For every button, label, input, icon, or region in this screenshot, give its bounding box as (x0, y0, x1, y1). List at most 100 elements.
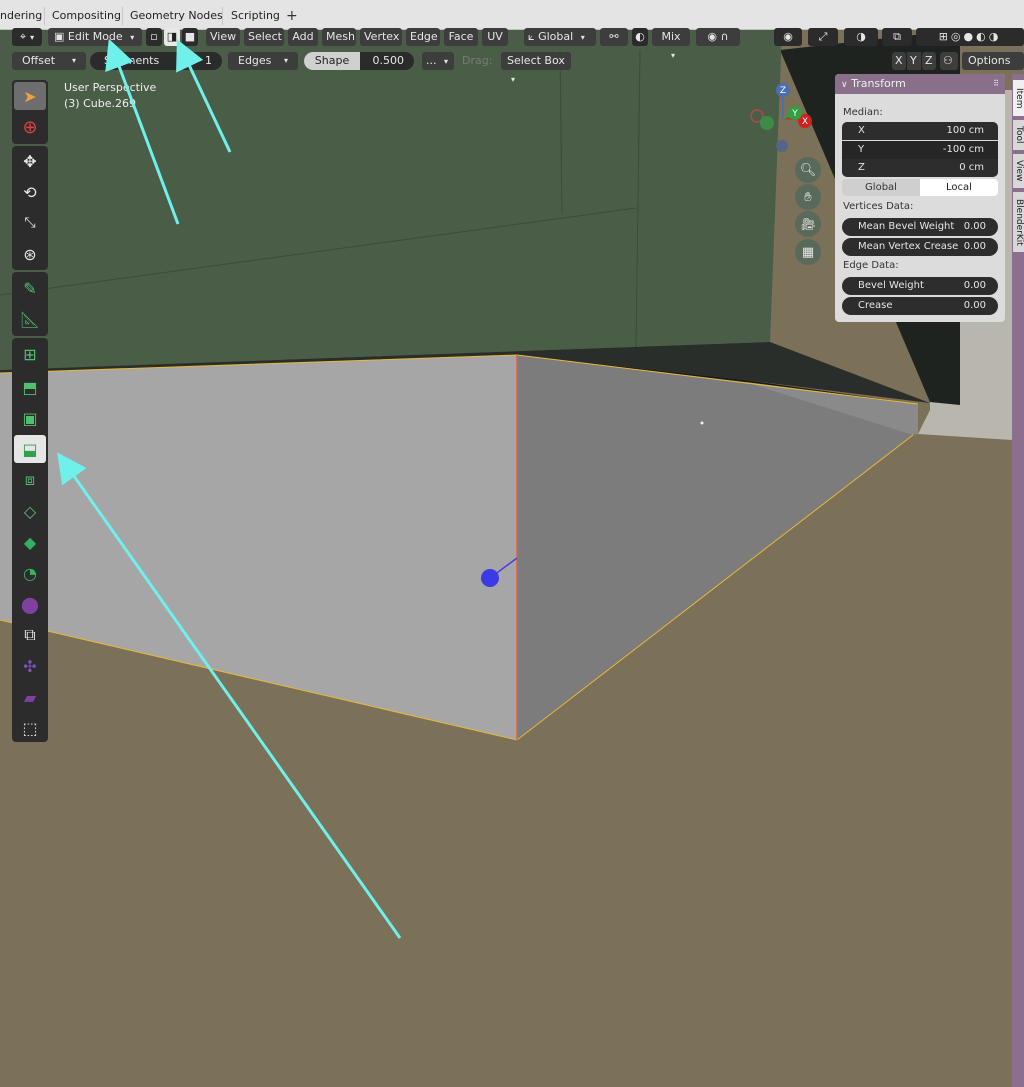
local-toggle[interactable]: Local (920, 179, 998, 196)
tab-blenderkit[interactable]: BlenderKit (1013, 192, 1024, 252)
mirror-x-button[interactable]: X (892, 52, 906, 70)
rip-tool[interactable]: ⬚ (14, 714, 46, 742)
camera-view-button[interactable]: 🎥︎ (795, 211, 821, 237)
perspective-toggle-button[interactable]: ▦ (795, 239, 821, 265)
options-dropdown[interactable]: Options ▾ (962, 52, 1024, 84)
visibility-button[interactable]: ◉ (774, 28, 802, 46)
snap-button[interactable]: ◐ (632, 28, 648, 46)
segments-field[interactable]: Segments 1 (90, 52, 222, 70)
tab-separator (222, 7, 223, 25)
more-options-button[interactable]: ... ▾ (422, 52, 454, 70)
pan-button[interactable]: ✋︎ (795, 184, 821, 210)
transform-panel: ∨ Transform ⠿ Median: X 100 cm Y -100 cm… (835, 74, 1005, 322)
loop-cut-icon: ⧈ (24, 470, 36, 489)
shrink-fatten-tool[interactable]: ✣ (14, 652, 46, 680)
menu-mesh[interactable]: Mesh (322, 28, 356, 46)
median-y-field[interactable]: Y -100 cm (842, 141, 998, 159)
median-label: Median: (843, 107, 883, 118)
rotate-tool[interactable]: ⟲ (14, 178, 46, 206)
mean-vertex-crease-field[interactable]: Mean Vertex Crease 0.00 (842, 238, 998, 256)
tab-compositing[interactable]: Compositing (46, 6, 127, 26)
menu-vertex[interactable]: Vertex (360, 28, 402, 46)
gizmo-neg-z[interactable] (776, 140, 788, 152)
scale-tool[interactable]: ⤡ (14, 209, 46, 237)
measure-tool[interactable]: 📐︎ (14, 305, 46, 333)
orientation-selector[interactable]: ⟀ Global ▾ (524, 28, 596, 46)
gizmo-button[interactable]: ⤢ (808, 28, 838, 46)
mode-selector[interactable]: ▣ Edit Mode ▾ (48, 28, 142, 46)
median-z-field[interactable]: Z 0 cm (842, 159, 998, 177)
chevron-down-icon: ∨ (841, 80, 848, 90)
xray-icon: ⧉ (893, 30, 901, 43)
drag-handle-icon[interactable]: ⠿ (993, 74, 999, 94)
add-cube-tool[interactable]: ⊞ (14, 340, 46, 368)
proportional-selector[interactable]: Mix ▾ (652, 28, 690, 60)
tool-settings-bar: Offset ▾ Segments 1 Edges ▾ Shape 0.500 … (8, 50, 1024, 84)
overlay-button[interactable]: ◑ (844, 28, 878, 46)
tab-rendering[interactable]: ndering (0, 6, 48, 26)
transform-panel-header[interactable]: ∨ Transform ⠿ (835, 74, 1005, 94)
edge-select-button[interactable]: ◨ (164, 28, 180, 46)
menu-uv[interactable]: UV (482, 28, 508, 46)
gizmo-neg-y[interactable] (760, 116, 774, 130)
menu-face[interactable]: Face (444, 28, 478, 46)
mean-bevel-weight-label: Mean Bevel Weight (858, 221, 955, 232)
median-y-label: Y (858, 144, 865, 155)
extrude-tool[interactable]: ⬒ (14, 373, 46, 401)
inset-tool[interactable]: ▣ (14, 404, 46, 432)
poly-build-icon: ◆ (23, 532, 37, 552)
add-workspace-button[interactable]: + (286, 6, 298, 26)
menu-add[interactable]: Add (288, 28, 318, 46)
tab-view[interactable]: View (1013, 154, 1024, 188)
proportional-edit-button[interactable]: ◉ ∩ (696, 28, 740, 46)
shear-tool[interactable]: ▰ (14, 683, 46, 711)
annotate-tool[interactable]: ✎ (14, 274, 46, 302)
poly-build-tool[interactable]: ◆ (14, 528, 46, 556)
menu-view[interactable]: View (206, 28, 240, 46)
zoom-button[interactable]: 🔍︎ (795, 157, 821, 183)
crease-field[interactable]: Crease 0.00 (842, 297, 998, 315)
bevel-weight-field[interactable]: Bevel Weight 0.00 (842, 277, 998, 295)
drag-value: Select Box (507, 54, 565, 67)
face-select-button[interactable]: ■ (182, 28, 198, 46)
mirror-z-button[interactable]: Z (922, 52, 936, 70)
more-label: ... (426, 54, 437, 67)
xray-button[interactable]: ⧉ (882, 28, 912, 46)
edge-slide-tool[interactable]: ⧉ (14, 621, 46, 649)
affect-dropdown[interactable]: Edges ▾ (228, 52, 298, 70)
shading-buttons[interactable]: ⊞◎●◐◑ (916, 28, 1024, 46)
tab-scripting[interactable]: Scripting (225, 6, 286, 26)
median-z-value: 0 cm (959, 162, 984, 173)
menu-select[interactable]: Select (244, 28, 284, 46)
navigation-gizmo[interactable]: Z X Y (745, 78, 825, 158)
camera-icon: 🎥︎ (800, 217, 816, 231)
menu-edge[interactable]: Edge (406, 28, 440, 46)
smooth-tool[interactable]: ⬤ (14, 590, 46, 618)
tab-item[interactable]: Item (1013, 80, 1024, 116)
bevel-method-label: Offset (22, 54, 56, 67)
viewport-header: ⌖ ▾ ▣ Edit Mode ▾ ▫ ◨ ■ View Select Add M… (8, 26, 1024, 60)
vertex-select-button[interactable]: ▫ (146, 28, 162, 46)
chevron-down-icon: ▾ (30, 33, 35, 42)
tab-geometry-nodes[interactable]: Geometry Nodes (124, 6, 229, 26)
select-box-tool[interactable]: ➤ (14, 82, 46, 110)
median-x-field[interactable]: X 100 cm (842, 122, 998, 140)
drag-select-dropdown[interactable]: Select Box ▾ (501, 52, 571, 84)
auto-merge-button[interactable]: ⚇ (940, 52, 958, 70)
bevel-method-dropdown[interactable]: Offset ▾ (12, 52, 86, 70)
editor-type-button[interactable]: ⌖ ▾ (12, 28, 42, 46)
spin-tool[interactable]: ◔ (14, 559, 46, 587)
cursor-tool[interactable]: ⊕ (14, 113, 46, 141)
loop-cut-tool[interactable]: ⧈ (14, 466, 46, 494)
move-tool[interactable]: ✥ (14, 147, 46, 175)
transform-tool[interactable]: ⊛ (14, 240, 46, 268)
tab-tool[interactable]: Tool (1013, 120, 1024, 150)
global-toggle[interactable]: Global (842, 179, 920, 196)
shape-field[interactable]: Shape 0.500 (304, 52, 414, 70)
knife-tool[interactable]: ◇ (14, 497, 46, 525)
mirror-y-button[interactable]: Y (907, 52, 921, 70)
bevel-tool[interactable]: ⬓ (14, 435, 46, 463)
mean-bevel-weight-field[interactable]: Mean Bevel Weight 0.00 (842, 218, 998, 236)
perspective-label: User Perspective (64, 81, 157, 94)
pivot-button[interactable]: ⚯ (600, 28, 628, 46)
